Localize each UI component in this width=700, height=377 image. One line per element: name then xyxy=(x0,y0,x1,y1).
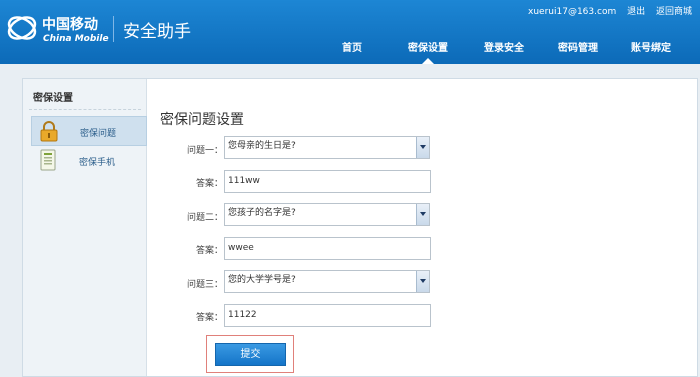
sidebar-separator xyxy=(29,109,141,110)
chevron-down-icon[interactable] xyxy=(416,204,429,225)
sidebar-item-security-question[interactable]: 密保问题 xyxy=(31,116,147,146)
header-divider xyxy=(113,16,114,42)
submit-highlight-frame: 提交 xyxy=(206,335,294,373)
chevron-down-icon[interactable] xyxy=(416,137,429,158)
page-title: 密保问题设置 xyxy=(160,112,244,128)
lock-icon xyxy=(40,121,58,142)
china-mobile-logo-icon xyxy=(7,16,37,40)
content-panel: 密保设置 密保问题 密保手机 密保问题设置 问题一： 您母亲的生日是? 答案： … xyxy=(22,78,698,377)
answer-2-input[interactable]: wwee xyxy=(224,237,431,260)
app-title: 安全助手 xyxy=(123,22,191,42)
sidebar-item-label: 密保问题 xyxy=(80,129,117,139)
sidebar-title: 密保设置 xyxy=(33,93,73,104)
logout-link[interactable]: 退出 xyxy=(627,7,645,17)
question-2-selected: 您孩子的名字是? xyxy=(228,208,296,218)
answer-1-label: 答案： xyxy=(195,179,223,189)
nav-home[interactable]: 首页 xyxy=(332,40,372,64)
user-email: xuerui17@163.com xyxy=(528,7,617,17)
submit-button[interactable]: 提交 xyxy=(215,343,286,366)
question-1-selected: 您母亲的生日是? xyxy=(228,141,296,151)
nav-password-management[interactable]: 密码管理 xyxy=(550,40,606,64)
answer-3-input[interactable]: 11122 xyxy=(224,304,431,327)
nav-account-binding[interactable]: 账号绑定 xyxy=(623,40,679,64)
question-3-label: 问题三： xyxy=(186,280,223,290)
question-1-select[interactable]: 您母亲的生日是? xyxy=(224,136,430,159)
answer-2-label: 答案： xyxy=(195,246,223,256)
question-2-select[interactable]: 您孩子的名字是? xyxy=(224,203,430,226)
sidebar: 密保设置 密保问题 密保手机 xyxy=(23,79,147,376)
question-3-selected: 您的大学学号是? xyxy=(228,275,296,285)
back-to-mall-link[interactable]: 返回商城 xyxy=(656,7,692,17)
china-mobile-logo[interactable]: 中国移动 China Mobile xyxy=(6,8,109,52)
answer-3-label: 答案： xyxy=(195,313,223,323)
question-2-label: 问题二： xyxy=(186,213,223,223)
sidebar-item-security-phone[interactable]: 密保手机 xyxy=(31,146,145,174)
nav-login-security[interactable]: 登录安全 xyxy=(476,40,532,64)
question-1-label: 问题一： xyxy=(186,146,223,156)
logo-chinese-text: 中国移动 xyxy=(42,17,98,33)
nav-security-settings[interactable]: 密保设置 xyxy=(400,40,456,64)
answer-1-input[interactable]: 111ww xyxy=(224,170,431,193)
question-3-select[interactable]: 您的大学学号是? xyxy=(224,270,430,293)
chevron-down-icon[interactable] xyxy=(416,271,429,292)
top-header: 中国移动 China Mobile 安全助手 xuerui17@163.com … xyxy=(0,0,700,64)
logo-english-text: China Mobile xyxy=(43,34,109,44)
sidebar-item-label: 密保手机 xyxy=(79,158,116,168)
top-links: xuerui17@163.com 退出 返回商城 xyxy=(520,4,692,17)
phone-list-icon xyxy=(40,149,56,171)
